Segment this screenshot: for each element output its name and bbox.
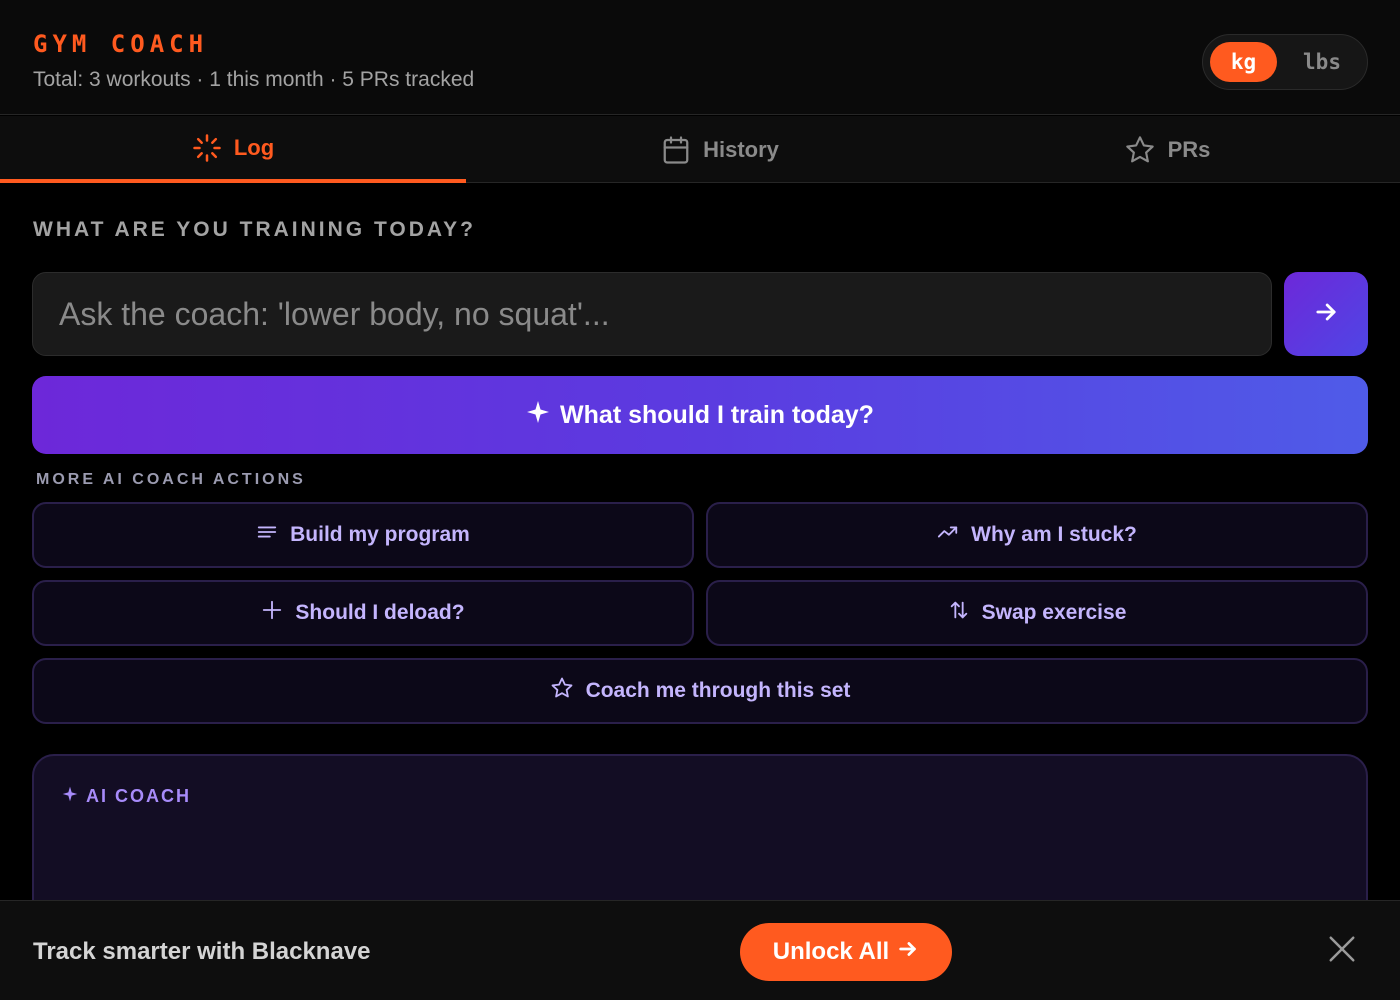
star-icon [550,676,574,706]
list-icon [256,521,278,549]
tab-history[interactable]: History [487,116,953,183]
sparkle-icon [526,400,550,431]
tab-prs[interactable]: PRs [934,116,1400,183]
why-stuck-button[interactable]: Why am I stuck? [706,502,1368,568]
swap-exercise-button[interactable]: Swap exercise [706,580,1368,646]
star-icon [1124,134,1156,166]
app-header: GYM COACH Total: 3 workouts · 1 this mon… [0,0,1400,115]
close-banner-button[interactable] [1322,931,1362,971]
upgrade-banner: Track smarter with Blacknave Unlock All [0,900,1400,1000]
arrow-right-icon [1312,298,1340,331]
send-button[interactable] [1284,272,1368,356]
workout-stats: Total: 3 workouts · 1 this month · 5 PRs… [33,68,475,91]
why-stuck-label: Why am I stuck? [971,523,1137,546]
deload-label: Should I deload? [295,601,465,624]
build-program-label: Build my program [290,523,470,546]
gym-coach-app: GYM COACH Total: 3 workouts · 1 this mon… [0,0,1400,1000]
loader-icon [192,133,222,163]
tab-prs-label: PRs [1167,136,1211,162]
unlock-all-button[interactable]: Unlock All [740,923,952,981]
unit-kg-button[interactable]: kg [1210,42,1277,82]
coach-set-label: Coach me through this set [585,679,851,702]
unit-lbs-button[interactable]: lbs [1289,42,1355,82]
ai-coach-title: AI COACH [62,786,191,807]
calendar-icon [661,135,691,165]
tab-log[interactable]: Log [0,116,466,183]
tab-bar: Log History PRs [0,116,1400,183]
deload-button[interactable]: Should I deload? [32,580,694,646]
unit-toggle: kg lbs [1202,34,1368,90]
sparkle-icon [62,786,78,807]
more-actions-heading: MORE AI COACH ACTIONS [36,471,306,488]
ask-coach-input[interactable] [32,272,1272,356]
brand-title: GYM COACH [33,30,209,58]
build-program-button[interactable]: Build my program [32,502,694,568]
swap-icon [948,599,970,627]
training-heading: WHAT ARE YOU TRAINING TODAY? [33,218,476,241]
train-today-button[interactable]: What should I train today? [32,376,1368,454]
banner-text: Track smarter with Blacknave [33,938,371,965]
tab-history-label: History [703,136,779,162]
coach-set-button[interactable]: Coach me through this set [32,658,1368,724]
unlock-all-label: Unlock All [772,938,890,965]
ai-coach-title-label: AI COACH [86,786,191,806]
swap-exercise-label: Swap exercise [981,601,1127,624]
plus-icon [261,599,283,627]
tab-log-label: Log [233,134,275,160]
trending-icon [937,521,959,549]
close-icon [1327,934,1357,969]
arrow-right-icon [897,938,919,967]
train-today-label: What should I train today? [560,400,874,429]
